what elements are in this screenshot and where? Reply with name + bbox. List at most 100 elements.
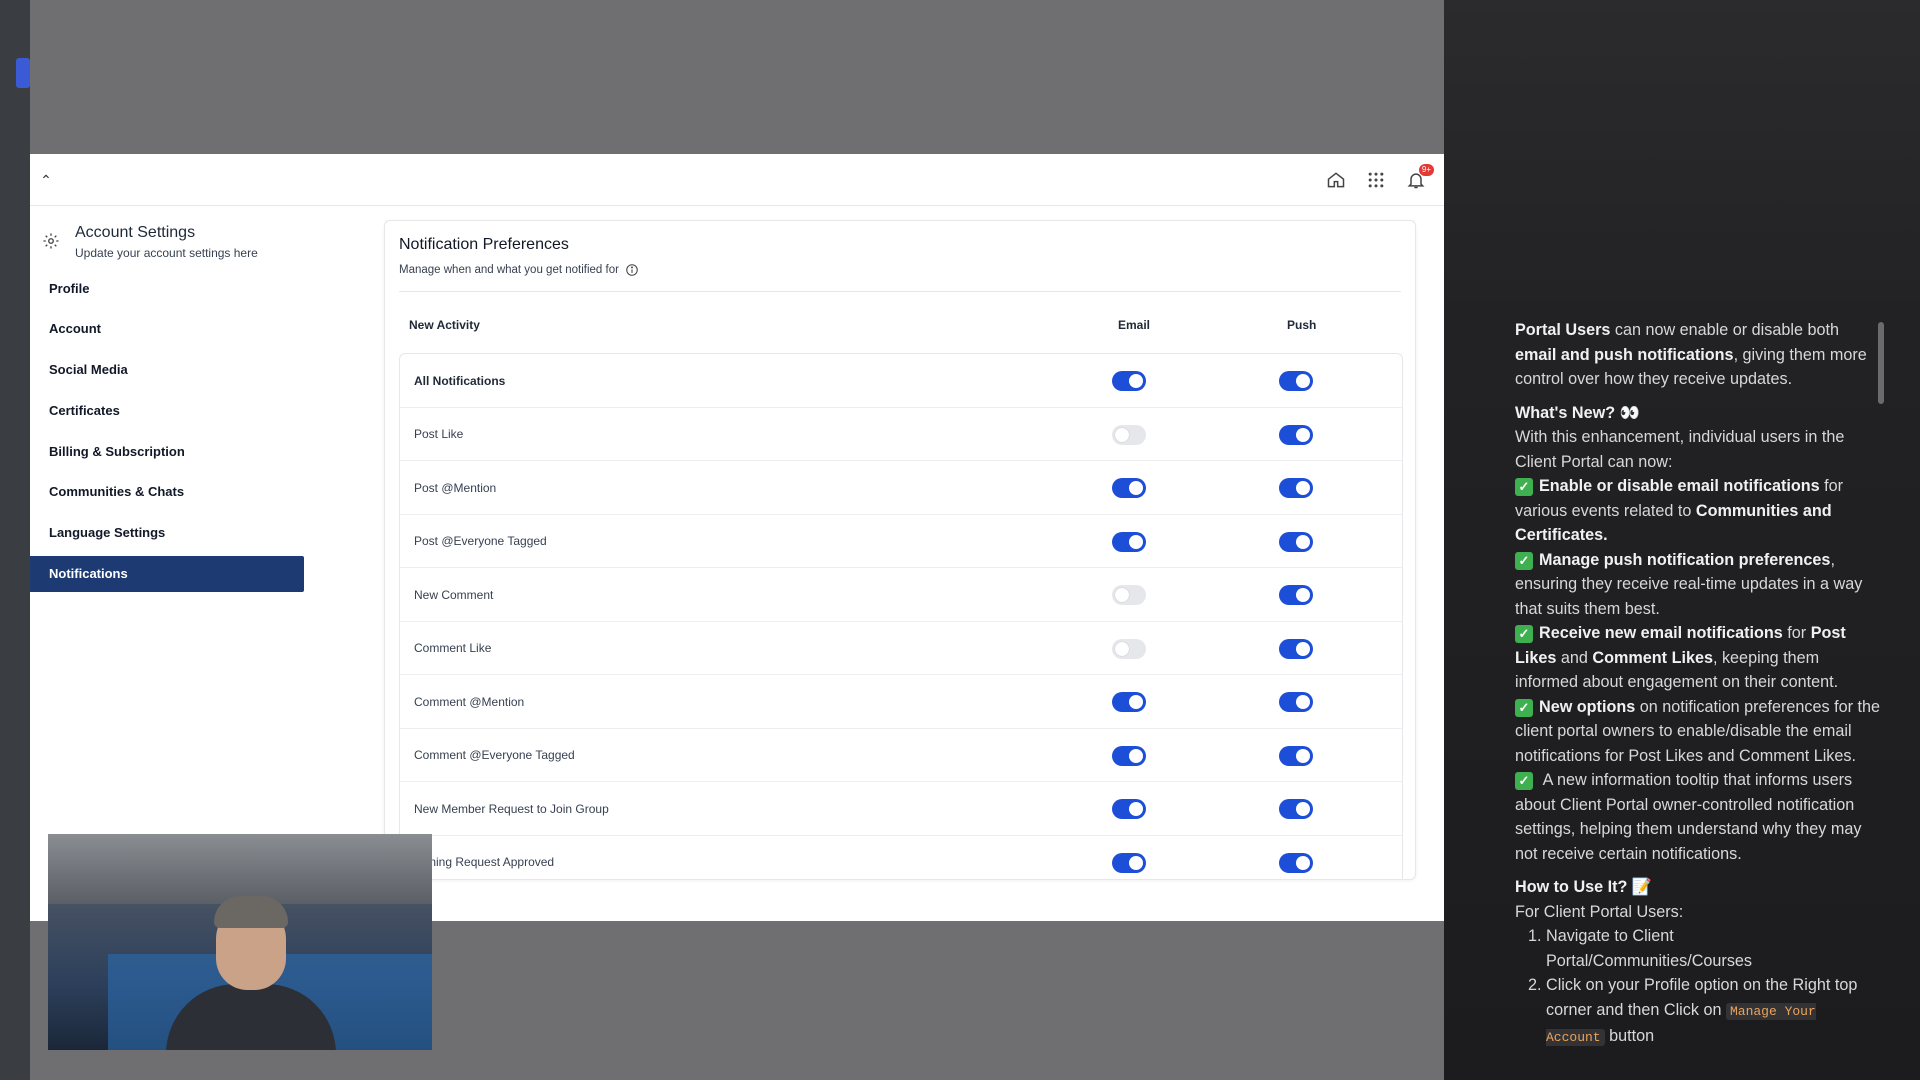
push-toggle[interactable] <box>1279 745 1313 766</box>
push-toggle[interactable] <box>1279 638 1313 659</box>
settings-title: Account Settings <box>75 224 196 241</box>
home-icon <box>1327 172 1345 188</box>
notification-preferences-card: Notification Preferences Manage when and… <box>384 220 1416 880</box>
check-icon: ✓ <box>1515 698 1533 717</box>
dimmed-overlay-top <box>30 0 1444 154</box>
push-toggle[interactable] <box>1279 424 1313 445</box>
sidebar-item-profile[interactable]: Profile <box>30 270 304 306</box>
toggle-knob <box>1129 802 1143 816</box>
notifications-button[interactable]: 9+ <box>1396 160 1436 200</box>
preferences-table: All Notifications Post Like Post @Mention P… <box>399 353 1403 879</box>
push-toggle[interactable] <box>1279 799 1313 819</box>
how-to-heading: How to Use It? 📝 <box>1515 878 1653 896</box>
check-icon: ✓ <box>1515 625 1533 643</box>
info-icon[interactable] <box>625 263 639 277</box>
step-1: Navigate to Client Portal/Communities/Co… <box>1546 924 1880 973</box>
email-toggle[interactable] <box>1112 745 1146 766</box>
account-settings-window: ⌃ 9+ Account Settings Update your accoun… <box>30 154 1444 921</box>
home-button[interactable] <box>1316 160 1356 200</box>
preference-row: Comment @Mention <box>400 675 1402 729</box>
settings-nav: Profile Account Social Media Certificates Bi… <box>30 270 310 592</box>
toggle-knob <box>1296 588 1310 602</box>
toggle-knob <box>1129 481 1143 495</box>
preference-label: Comment @Everyone Tagged <box>414 748 575 763</box>
toggle-knob <box>1296 534 1310 549</box>
bullet-5: ✓ A new information tooltip that informs… <box>1515 771 1862 863</box>
toggle-knob <box>1296 855 1310 870</box>
email-toggle[interactable] <box>1112 799 1146 819</box>
toggle-knob <box>1129 855 1143 870</box>
preference-row: New Comment <box>400 568 1402 622</box>
toggle-knob <box>1296 481 1310 495</box>
collapse-button[interactable]: ⌃ <box>36 170 56 190</box>
push-toggle[interactable] <box>1279 585 1313 605</box>
toggle-knob <box>1115 641 1129 656</box>
preference-row: Comment @Everyone Tagged <box>400 729 1402 782</box>
email-toggle[interactable] <box>1112 585 1146 605</box>
steps-list: Navigate to Client Portal/Communities/Co… <box>1515 924 1880 1051</box>
push-toggle[interactable] <box>1279 692 1313 712</box>
email-toggle[interactable] <box>1112 478 1146 498</box>
toggle-knob <box>1129 695 1143 709</box>
email-toggle[interactable] <box>1112 371 1146 391</box>
sidebar-item-account[interactable]: Account <box>30 311 304 347</box>
preference-label: New Member Request to Join Group <box>414 801 609 816</box>
gear-icon <box>43 233 59 249</box>
sidebar-item-communities-chats[interactable]: Communities & Chats <box>30 474 304 510</box>
preference-row: Post Like <box>400 408 1402 461</box>
settings-sidebar: Account Settings Update your account set… <box>30 206 310 921</box>
column-header-activity: New Activity <box>409 318 480 332</box>
toggle-knob <box>1296 374 1310 388</box>
toggle-knob <box>1296 695 1310 709</box>
sidebar-item-billing-subscription[interactable]: Billing & Subscription <box>30 433 304 469</box>
for-users-label: For Client Portal Users: <box>1515 902 1684 921</box>
release-notes-panel: Portal Users can now enable or disable b… <box>1444 0 1920 1080</box>
sidebar-item-language-settings[interactable]: Language Settings <box>30 515 304 551</box>
toggle-knob <box>1129 374 1143 388</box>
sidebar-item-social-media[interactable]: Social Media <box>30 352 304 388</box>
settings-subtitle: Update your account settings here <box>75 246 258 260</box>
check-icon: ✓ <box>1515 772 1533 790</box>
preference-label: All Notifications <box>414 373 506 388</box>
sidebar-item-certificates[interactable]: Certificates <box>30 392 304 428</box>
push-toggle[interactable] <box>1279 852 1313 873</box>
preference-label: New Comment <box>414 587 494 602</box>
bullet-3: ✓ Receive new email notifications for Pos… <box>1515 624 1846 691</box>
whats-new-intro: With this enhancement, individual users … <box>1515 428 1845 471</box>
apps-grid-button[interactable] <box>1356 160 1396 200</box>
settings-header: Account Settings Update your account set… <box>30 206 310 260</box>
email-toggle[interactable] <box>1112 424 1146 445</box>
email-toggle[interactable] <box>1112 638 1146 659</box>
preference-label: Comment Like <box>414 641 492 656</box>
app-logo-fragment <box>16 58 30 88</box>
card-subtitle-text: Manage when and what you get notified fo… <box>399 264 619 276</box>
toggle-knob <box>1296 427 1310 442</box>
preference-row: New Member Request to Join Group <box>400 782 1402 836</box>
push-toggle[interactable] <box>1279 531 1313 552</box>
email-toggle[interactable] <box>1112 692 1146 712</box>
email-toggle[interactable] <box>1112 852 1146 873</box>
toggle-knob <box>1115 588 1129 602</box>
check-icon: ✓ <box>1515 551 1533 570</box>
bullet-2: ✓ Manage push notification preferences, e… <box>1515 550 1863 618</box>
toggle-knob <box>1296 748 1310 763</box>
top-bar: ⌃ 9+ <box>30 154 1444 206</box>
panel-scrollbar[interactable] <box>1878 322 1884 404</box>
check-icon: ✓ <box>1515 478 1533 496</box>
push-toggle[interactable] <box>1279 478 1313 498</box>
preference-label: Comment @Mention <box>414 694 525 709</box>
background-app-strip <box>0 0 30 1080</box>
push-toggle[interactable] <box>1279 371 1313 391</box>
step-2: Click on your Profile option on the Righ… <box>1546 973 1880 1051</box>
card-subtitle: Manage when and what you get notified fo… <box>399 263 639 277</box>
intro-paragraph: Portal Users can now enable or disable b… <box>1515 321 1867 388</box>
webcam-overlay <box>48 834 432 1050</box>
preference-row: Post @Everyone Tagged <box>400 515 1402 568</box>
sidebar-item-notifications[interactable]: Notifications <box>30 555 304 592</box>
toggle-knob <box>1129 748 1143 763</box>
bullet-1: ✓ Enable or disable email notifications f… <box>1515 477 1844 544</box>
toggle-knob <box>1129 534 1143 549</box>
email-toggle[interactable] <box>1112 531 1146 552</box>
toggle-knob <box>1115 427 1129 442</box>
column-header-email: Email <box>1118 318 1151 332</box>
